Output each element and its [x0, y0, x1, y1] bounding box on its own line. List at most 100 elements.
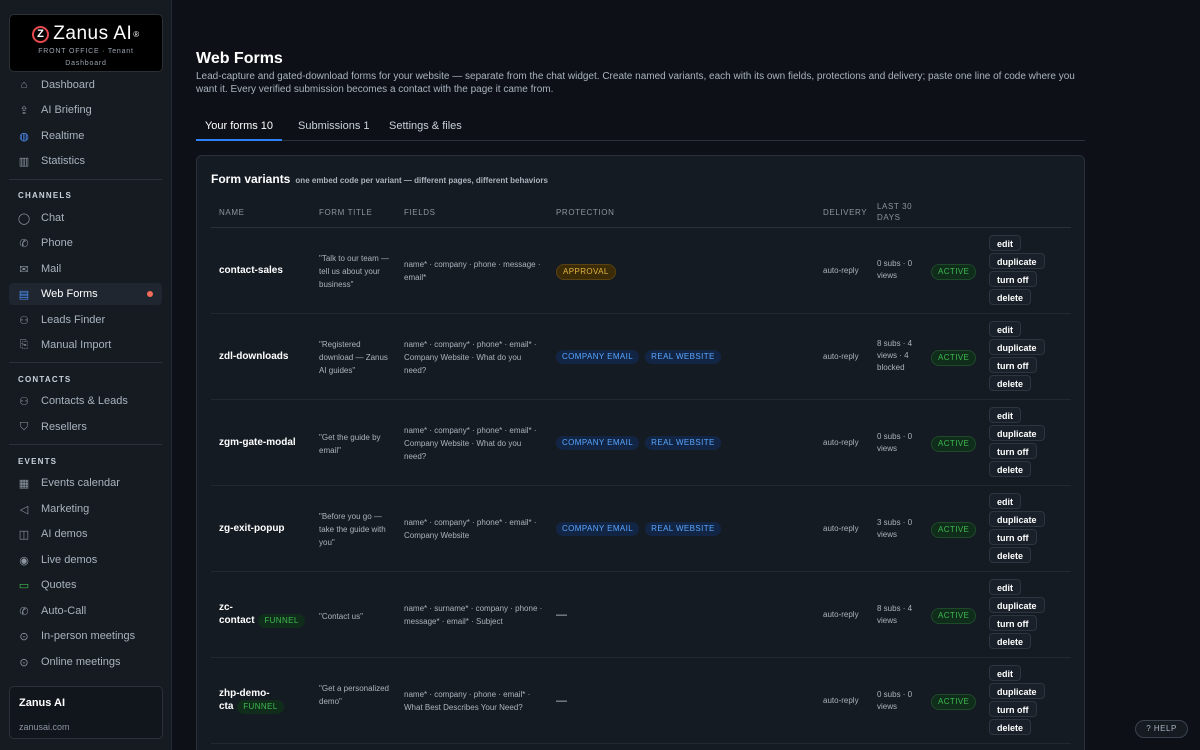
turn-off-button[interactable]: turn off [989, 443, 1037, 459]
delete-button[interactable]: delete [989, 633, 1032, 649]
nav-manual-import[interactable]: ⎘ Manual Import [9, 334, 162, 356]
form-fields: name* · company · phone · message · emai… [404, 260, 541, 282]
protection-badges: APPROVAL [556, 264, 616, 280]
robot-icon: ◫ [18, 528, 30, 541]
duplicate-button[interactable]: duplicate [989, 425, 1045, 441]
protection-badge: COMPANY EMAIL [556, 436, 640, 450]
location-pin-icon: ⊙ [19, 656, 29, 669]
column-header-form-title: FORM TITLE [319, 208, 373, 217]
duplicate-button[interactable]: duplicate [989, 511, 1045, 527]
clipboard-icon: ▤ [18, 288, 30, 301]
edit-button[interactable]: edit [989, 665, 1022, 681]
turn-off-button[interactable]: turn off [989, 615, 1037, 631]
users-icon: ⚇ [19, 314, 29, 327]
nav-live-demos[interactable]: ◉ Live demos [9, 549, 162, 571]
nav-resellers[interactable]: ⛉ Resellers [9, 416, 162, 438]
phone-icon: ✆ [19, 237, 29, 250]
nav-web-forms[interactable]: ▤ Web Forms [9, 283, 162, 305]
page-description: Lead-capture and gated-download forms fo… [196, 71, 1075, 95]
status-badge-wrap: ACTIVE [931, 264, 977, 280]
delete-button[interactable]: delete [989, 375, 1032, 391]
card-title: Form variants [211, 172, 291, 186]
delivery: auto-reply [823, 524, 859, 533]
tab-settings-files[interactable]: Settings & files [389, 112, 462, 141]
edit-button[interactable]: edit [989, 407, 1022, 423]
turn-off-button[interactable]: turn off [989, 271, 1037, 287]
duplicate-button[interactable]: duplicate [989, 683, 1045, 699]
turn-off-button[interactable]: turn off [989, 701, 1037, 717]
delete-button[interactable]: delete [989, 461, 1032, 477]
turn-off-button[interactable]: turn off [989, 357, 1037, 373]
edit-button[interactable]: edit [989, 579, 1022, 595]
stats: 8 subs · 4 views [877, 604, 913, 625]
column-header-name: NAME [219, 208, 245, 217]
nav-quotes[interactable]: ▭ Quotes [9, 574, 162, 596]
nav-mail[interactable]: ✉ Mail [9, 258, 162, 280]
form-name: zc- contact FUNNEL [219, 602, 305, 628]
duplicate-button[interactable]: duplicate [989, 597, 1045, 613]
delete-button[interactable]: delete [989, 289, 1032, 305]
form-name: zg-exit-popup [219, 523, 285, 534]
table-row: contact-sales "Talk to our team — tell u… [211, 228, 1071, 314]
form-title: "Contact us" [319, 612, 363, 621]
nav-chat[interactable]: ◯ Chat [9, 207, 162, 229]
form-title: "Registered download — Zanus AI guides" [319, 340, 388, 375]
upload-icon: ⇪ [19, 104, 29, 117]
form-fields: name* · company* · phone* · email* · Com… [404, 518, 537, 540]
form-name: contact-sales [219, 265, 283, 276]
nav-online-meetings[interactable]: ⊙ Online meetings [9, 651, 162, 673]
tab-your-forms[interactable]: Your forms 10 [196, 112, 282, 141]
column-header-fields: FIELDS [404, 208, 436, 217]
turn-off-button[interactable]: turn off [989, 529, 1037, 545]
form-fields: name* · company* · phone* · email* · Com… [404, 340, 537, 375]
nav-events-calendar[interactable]: ▦ Events calendar [9, 472, 162, 494]
form-fields: name* · company* · phone* · email* · Com… [404, 426, 537, 461]
row-actions: edit duplicate turn off delete [989, 665, 1045, 737]
status-badge: ACTIVE [931, 436, 977, 452]
nav-dashboard[interactable]: ⌂ Dashboard [9, 74, 162, 96]
tenant-name: Zanus AI [19, 697, 66, 709]
nav-contacts-leads[interactable]: ⚇ Contacts & Leads [9, 390, 162, 412]
form-name-line: cta FUNNEL [219, 700, 284, 714]
status-badge-wrap: ACTIVE [931, 608, 977, 624]
nav-leads-finder[interactable]: ⚇ Leads Finder [9, 309, 162, 331]
nav-auto-call[interactable]: ✆ Auto-Call [9, 600, 162, 622]
table-row: zdl-downloads "Registered download — Zan… [211, 314, 1071, 400]
status-badge-wrap: ACTIVE [931, 436, 977, 452]
status-badge-wrap: ACTIVE [931, 522, 977, 538]
row-actions: edit duplicate turn off delete [989, 321, 1045, 393]
nav-in-person-meetings[interactable]: ⊙ In-person meetings [9, 625, 162, 647]
status-badge-wrap: ACTIVE [931, 350, 977, 366]
duplicate-button[interactable]: duplicate [989, 253, 1045, 269]
protection-empty: — [556, 695, 567, 707]
nav-phone[interactable]: ✆ Phone [9, 232, 162, 254]
row-actions: edit duplicate turn off delete [989, 579, 1045, 651]
nav-realtime[interactable]: ◍ Realtime [9, 125, 162, 147]
nav-ai-briefing[interactable]: ⇪ AI Briefing [9, 99, 162, 121]
tab-submissions[interactable]: Submissions 1 [298, 112, 370, 141]
edit-button[interactable]: edit [989, 493, 1022, 509]
nav-marketing[interactable]: ◁ Marketing [9, 498, 162, 520]
table-row: zg-exit-popup "Before you go — take the … [211, 486, 1071, 572]
row-actions: edit duplicate turn off delete [989, 407, 1045, 479]
tenant-card[interactable]: Zanus AI zanusai.com [9, 686, 163, 739]
nav-divider [9, 444, 162, 445]
brand-logo[interactable]: Z Zanus AI ® FRONT OFFICE · Tenant Dashbo… [9, 14, 163, 72]
stats: 0 subs · 0 views [877, 432, 913, 453]
row-actions: edit duplicate turn off delete [989, 493, 1045, 565]
duplicate-button[interactable]: duplicate [989, 339, 1045, 355]
form-name: zhp-demo- cta FUNNEL [219, 688, 284, 714]
edit-button[interactable]: edit [989, 321, 1022, 337]
nav-ai-demos[interactable]: ◫ AI demos [9, 523, 162, 545]
form-name: zgm-gate-modal [219, 437, 296, 448]
notification-dot [147, 291, 153, 297]
funnel-tag: FUNNEL [258, 614, 305, 628]
delete-button[interactable]: delete [989, 719, 1032, 735]
delivery: auto-reply [823, 610, 859, 619]
help-button[interactable]: ? HELP [1135, 720, 1188, 738]
delete-button[interactable]: delete [989, 547, 1032, 563]
nav-statistics[interactable]: ▥ Statistics [9, 150, 162, 172]
delivery: auto-reply [823, 266, 859, 275]
funnel-tag: FUNNEL [237, 700, 284, 714]
edit-button[interactable]: edit [989, 235, 1022, 251]
